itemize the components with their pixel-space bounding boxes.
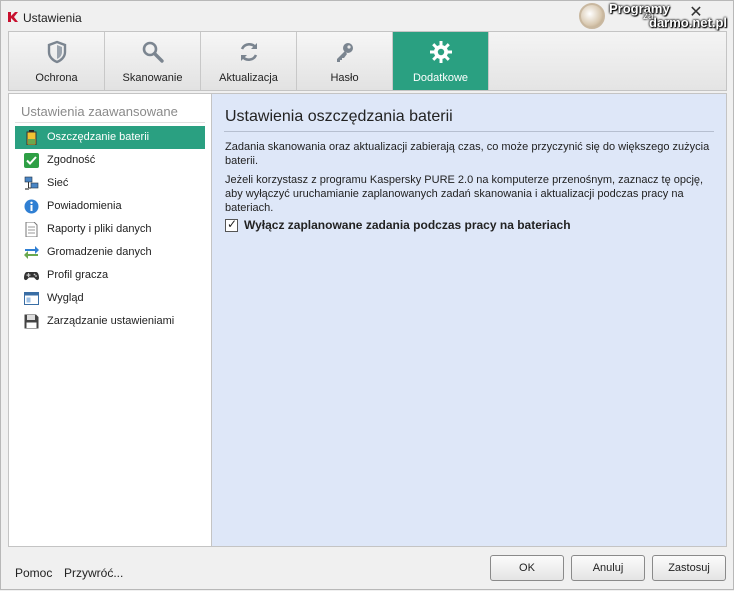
check-icon (24, 153, 39, 168)
tab-label: Hasło (330, 72, 359, 84)
report-icon (25, 222, 38, 237)
battery-option-row[interactable]: ✓ Wyłącz zaplanowane zadania podczas pra… (225, 217, 571, 233)
tab-label: Dodatkowe (412, 72, 469, 84)
apply-button[interactable]: Zastosuj (652, 555, 726, 581)
sidebar-item-notifications[interactable]: Powiadomienia (15, 195, 205, 218)
sidebar-item-label: Gromadzenie danych (47, 246, 152, 258)
sidebar-item-label: Oszczędzanie baterii (47, 131, 150, 143)
content-title: Ustawienia oszczędzania baterii (225, 108, 453, 125)
network-icon (24, 176, 39, 190)
help-link[interactable]: Pomoc (15, 566, 52, 580)
tab-skanowanie[interactable]: Skanowanie (105, 32, 201, 90)
gear-icon (430, 41, 452, 63)
sidebar-item-settings-management[interactable]: Zarządzanie ustawieniami (15, 310, 205, 333)
tab-label: Aktualizacja (219, 72, 278, 84)
sidebar-divider (15, 122, 205, 123)
restore-link[interactable]: Przywróć... (64, 566, 123, 580)
tab-haslo[interactable]: Hasło (297, 32, 393, 90)
watermark: Programy za darmo.net.pl (579, 1, 734, 33)
watermark-badge-icon (579, 3, 605, 29)
sidebar-item-reports[interactable]: Raporty i pliki danych (15, 218, 205, 241)
tab-dodatkowe[interactable]: Dodatkowe (393, 32, 489, 90)
title-bar: Ustawienia Programy za darmo.net.pl ✕ (1, 1, 733, 31)
kaspersky-logo-icon (8, 12, 18, 22)
cancel-button[interactable]: Anuluj (571, 555, 645, 581)
sidebar-item-label: Powiadomienia (47, 200, 122, 212)
settings-window: Ustawienia Programy za darmo.net.pl ✕ Oc… (0, 0, 734, 590)
close-icon[interactable]: ✕ (687, 5, 705, 21)
exchange-icon (24, 246, 39, 259)
tab-ochrona[interactable]: Ochrona (9, 32, 105, 90)
tab-label: Ochrona (35, 72, 78, 84)
key-icon (337, 43, 353, 62)
tab-label: Skanowanie (122, 72, 183, 84)
sidebar-item-label: Wygląd (47, 292, 84, 304)
sidebar-item-data-collection[interactable]: Gromadzenie danych (15, 241, 205, 264)
disable-on-battery-label[interactable]: Wyłącz zaplanowane zadania podczas pracy… (244, 218, 571, 232)
ok-button[interactable]: OK (490, 555, 564, 581)
sidebar-item-label: Zgodność (47, 154, 96, 166)
sidebar-item-label: Sieć (47, 177, 69, 189)
window-icon (24, 292, 39, 305)
toolbar-filler (489, 32, 726, 90)
sidebar-item-label: Zarządzanie ustawieniami (47, 315, 175, 327)
shield-icon (47, 40, 67, 64)
checkmark-icon: ✓ (227, 216, 238, 231)
floppy-icon (24, 314, 39, 329)
tab-aktualizacja[interactable]: Aktualizacja (201, 32, 297, 90)
refresh-icon (240, 43, 258, 61)
sidebar-item-gamer-profile[interactable]: Profil gracza (15, 264, 205, 287)
battery-icon (26, 130, 37, 145)
content-description-2: Jeżeli korzystasz z programu Kaspersky P… (225, 174, 704, 214)
watermark-line1: Programy (609, 1, 670, 16)
sidebar: Ustawienia zaawansowane Oszczędzanie bat… (8, 93, 211, 547)
sidebar-item-battery[interactable]: Oszczędzanie baterii (15, 126, 205, 149)
sidebar-item-label: Profil gracza (47, 269, 109, 281)
info-icon (24, 199, 39, 214)
sidebar-list: Oszczędzanie baterii Zgodność Sieć Powia… (15, 126, 205, 333)
content-divider (224, 131, 714, 132)
content-panel: Ustawienia oszczędzania baterii Zadania … (211, 93, 727, 547)
sidebar-item-network[interactable]: Sieć (15, 172, 205, 195)
gamepad-icon (24, 272, 39, 281)
sidebar-item-label: Raporty i pliki danych (47, 223, 152, 235)
disable-on-battery-checkbox[interactable]: ✓ (225, 216, 238, 232)
content-description-1: Zadania skanowania oraz aktualizacji zab… (225, 141, 710, 167)
sidebar-heading: Ustawienia zaawansowane (21, 104, 178, 119)
magnifier-icon (142, 41, 164, 63)
window-title: Ustawienia (23, 11, 82, 25)
sidebar-item-compatibility[interactable]: Zgodność (15, 149, 205, 172)
main-tabs: Ochrona Skanowanie Aktualizacja Hasło Do… (8, 31, 727, 91)
footer: Pomoc Przywróć... OK Anuluj Zastosuj (1, 547, 733, 591)
sidebar-item-appearance[interactable]: Wygląd (15, 287, 205, 310)
